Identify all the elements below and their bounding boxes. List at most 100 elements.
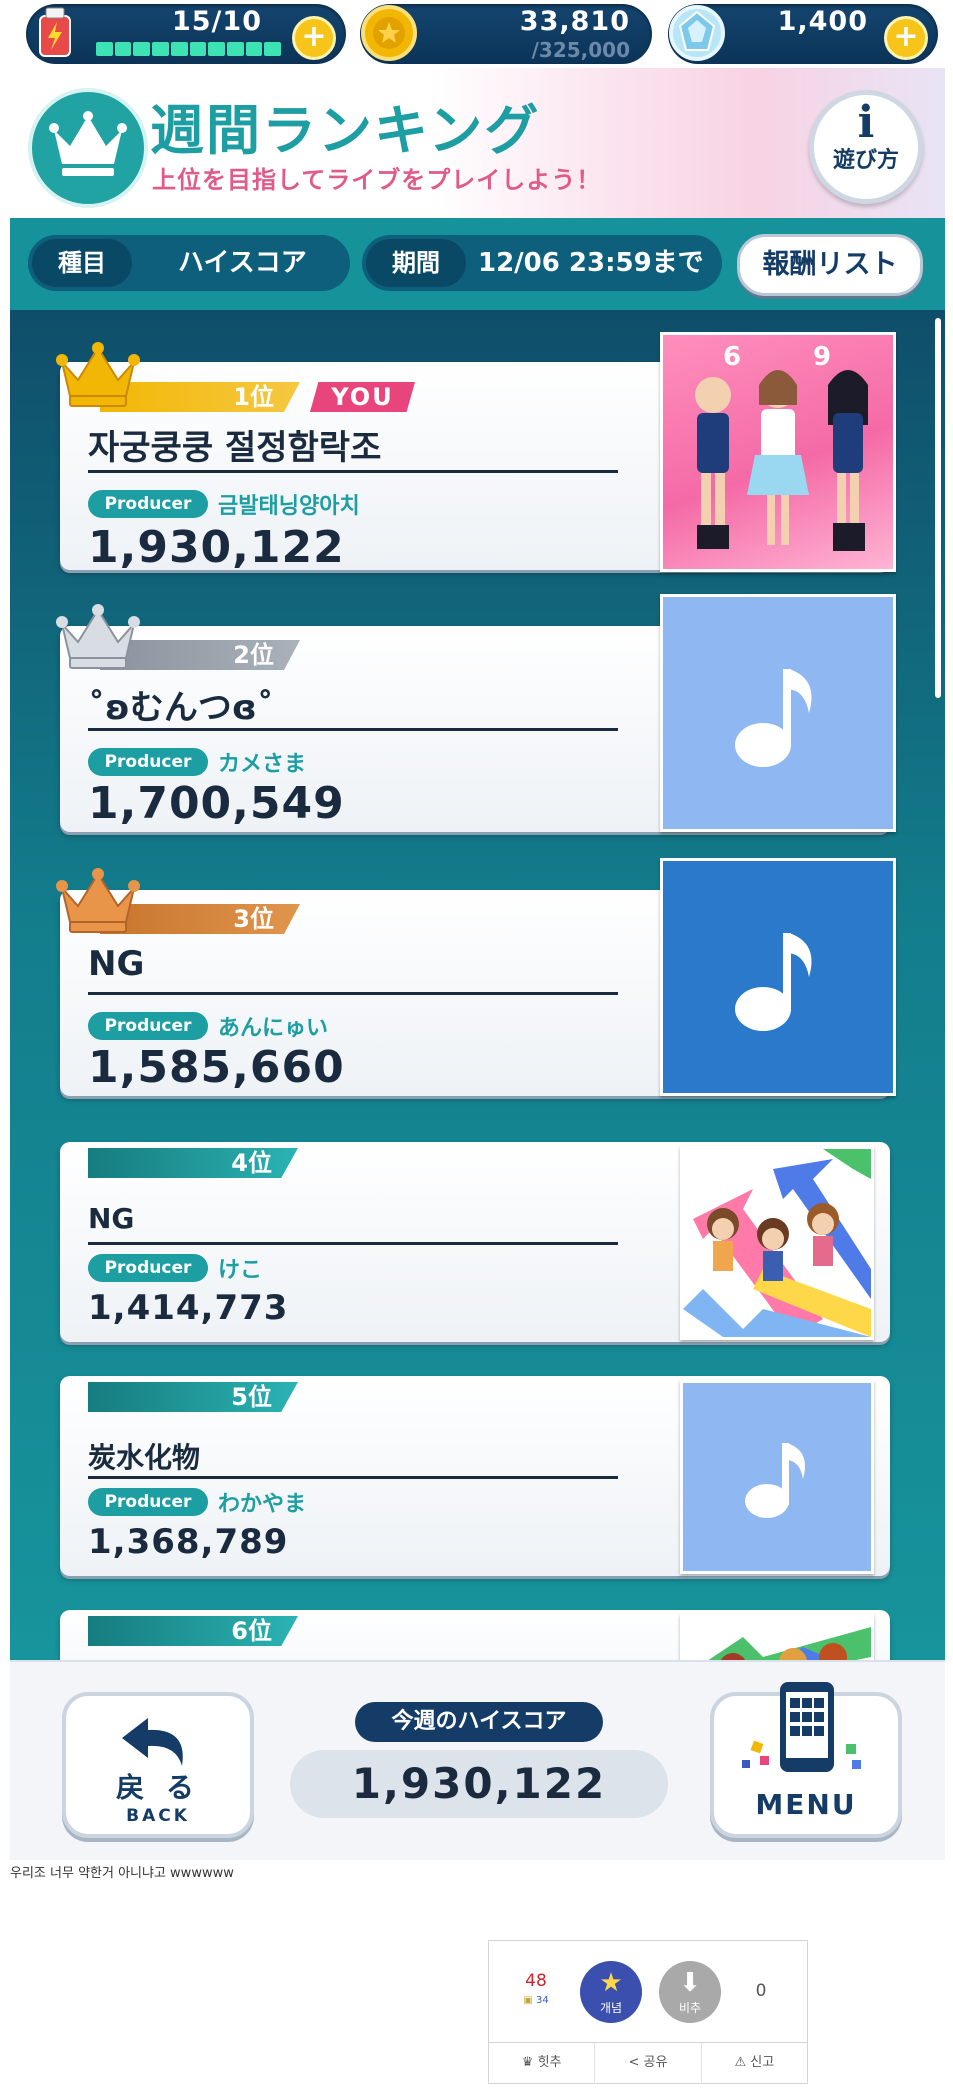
vote-box: 48 ▣ 34 ★ 개념 ⬇ 비추 0 ♛ 힛추 < 공유 ⚠ 신고 [488, 1940, 808, 2084]
period-label: 期間 [366, 239, 466, 287]
back-label: 戻 る [116, 1771, 200, 1804]
resource-bar: 15/10 + 33,810 /325,000 1,400 + [10, 0, 945, 68]
how-to-play-label: 遊び方 [832, 148, 899, 173]
down-arrow-icon: ⬇ [679, 1968, 701, 1998]
music-note-thumbnail[interactable] [660, 858, 896, 1096]
coin-counter: 33,810 /325,000 [360, 4, 652, 64]
report-button[interactable]: ⚠ 신고 [702, 2043, 807, 2084]
rank-label: 3位 [233, 905, 274, 933]
producer-name: わかやま [218, 1492, 307, 1517]
back-sub-label: BACK [126, 1806, 190, 1826]
player-name: NG [88, 944, 145, 984]
rank-banner: 5位 [88, 1382, 298, 1412]
coin-icon [358, 2, 420, 64]
rewards-list-button[interactable]: 報酬リスト [737, 234, 923, 296]
producer-name: けこ [218, 1258, 263, 1283]
gold-crown-icon [56, 340, 140, 414]
period-value: 12/06 23:59まで [478, 248, 704, 278]
filter-bar: 種目 ハイスコア 期間 12/06 23:59まで 報酬リスト [10, 218, 945, 310]
silver-crown-icon [56, 602, 140, 676]
producer-name: 금발태닝양아치 [218, 494, 360, 519]
music-note-icon [735, 669, 812, 767]
period-display: 期間 12/06 23:59まで [362, 235, 722, 291]
scrollbar[interactable] [935, 318, 941, 698]
ranking-entry[interactable]: 4位 NG Producer けこ 1,414,773 [60, 1142, 890, 1342]
chibi-art-thumbnail[interactable] [680, 1146, 874, 1340]
stamina-counter: 15/10 + [26, 4, 346, 64]
rank-label: 1位 [233, 383, 274, 411]
star-icon: ★ [599, 1968, 623, 1998]
player-name: NG [88, 1202, 135, 1235]
player-score: 1,414,773 [88, 1288, 289, 1328]
hit-recommend-button[interactable]: ♛ 힛추 [489, 2043, 596, 2084]
producer-tag: Producer [88, 1012, 208, 1040]
downvote-count: 0 [755, 1981, 767, 2001]
player-score: 1,930,122 [88, 522, 345, 573]
upvote-label: 개념 [599, 2001, 623, 2015]
jewel-counter: 1,400 + [668, 4, 938, 64]
page-header: 週間ランキング 上位を目指してライブをプレイしよう！ i 遊び方 [10, 68, 945, 218]
stamina-value: 15/10 [171, 6, 262, 37]
event-type-value: ハイスコア [178, 248, 307, 278]
player-name: ˚ʚむんつɞ˚ [88, 688, 274, 728]
sub-vote-count: ▣ 34 [523, 1995, 549, 2006]
svg-text:6: 6 [723, 342, 741, 372]
event-type-selector[interactable]: 種目 ハイスコア [28, 235, 350, 291]
rank-label: 5位 [231, 1383, 272, 1411]
ranking-entry[interactable]: 2位 ˚ʚむんつɞ˚ Producer カメさま 1,700,549 [56, 594, 896, 832]
weekly-highscore-label: 今週のハイスコア [355, 1702, 603, 1742]
phone-menu-icon [742, 1682, 861, 1772]
ranking-entry[interactable]: 1位 YOU 자궁쿵쿵 절정함락조 Producer 금발태닝양아치 1,930… [56, 332, 896, 573]
post-caption: 우리조 너무 약한거 아니냐고 wwwwww [10, 1866, 234, 1881]
ranking-entry[interactable]: 3位 NG Producer あんにゅい 1,585,660 [56, 858, 896, 1096]
player-name: 자궁쿵쿵 절정함락조 [88, 428, 382, 468]
ranking-list[interactable]: 1位 YOU 자궁쿵쿵 절정함락조 Producer 금발태닝양아치 1,930… [10, 310, 945, 1660]
menu-label: MENU [755, 1788, 857, 1821]
weekly-highscore-value: 1,930,122 [290, 1750, 668, 1818]
how-to-play-button[interactable]: i 遊び方 [809, 90, 923, 204]
upvote-button[interactable]: ★ 개념 [580, 1961, 642, 2023]
chibi-art-thumbnail[interactable] [680, 1614, 874, 1660]
idol-card-thumbnail[interactable]: 6 9 [660, 332, 896, 572]
producer-name: あんにゅい [218, 1016, 329, 1041]
music-note-thumbnail[interactable] [680, 1380, 874, 1574]
page-title: 週間ランキング [150, 99, 541, 162]
add-jewel-button[interactable]: + [884, 16, 928, 60]
share-icon: < [628, 2055, 644, 2070]
producer-tag: Producer [88, 748, 208, 776]
music-note-thumbnail[interactable] [660, 594, 896, 832]
game-screen: 15/10 + 33,810 /325,000 1,400 + 週間ランキング … [10, 0, 945, 1860]
ranking-entry[interactable]: 5位 炭水化物 Producer わかやま 1,368,789 [60, 1376, 890, 1576]
svg-text:9: 9 [813, 342, 831, 372]
small-doc-icon: ▣ [523, 1995, 536, 2006]
upvote-count: 48 [525, 1971, 547, 1991]
share-button[interactable]: < 공유 [595, 2043, 702, 2084]
rank-label: 2位 [233, 641, 274, 669]
ranking-entry[interactable]: 6位 [60, 1610, 890, 1660]
stamina-bar [96, 42, 282, 56]
producer-tag: Producer [88, 1488, 208, 1516]
add-stamina-button[interactable]: + [292, 16, 336, 60]
rank-label: 6位 [231, 1617, 272, 1645]
player-score: 1,368,789 [88, 1522, 289, 1562]
downvote-label: 비추 [678, 2001, 702, 2015]
back-arrow-icon [122, 1718, 183, 1766]
event-type-label: 種目 [32, 239, 132, 287]
menu-button[interactable]: MENU [710, 1682, 902, 1838]
coin-value: 33,810 [519, 6, 630, 37]
siren-icon: ⚠ [734, 2055, 751, 2070]
producer-tag: Producer [88, 490, 208, 518]
music-note-icon [735, 933, 812, 1031]
footer-bar: 戻 る BACK 今週のハイスコア 1,930,122 MENU [10, 1660, 945, 1860]
rank-banner: 4位 [88, 1148, 298, 1178]
rank-banner: 6位 [88, 1616, 298, 1646]
jewel-icon [666, 2, 728, 64]
downvote-button[interactable]: ⬇ 비추 [659, 1961, 721, 2023]
crown-icon [28, 88, 148, 208]
info-icon: i [857, 97, 875, 148]
coin-max: /325,000 [531, 38, 630, 62]
you-badge: YOU [310, 382, 415, 412]
back-button[interactable]: 戻 る BACK [62, 1692, 254, 1838]
producer-name: カメさま [218, 752, 307, 777]
rank-label: 4位 [231, 1149, 272, 1177]
